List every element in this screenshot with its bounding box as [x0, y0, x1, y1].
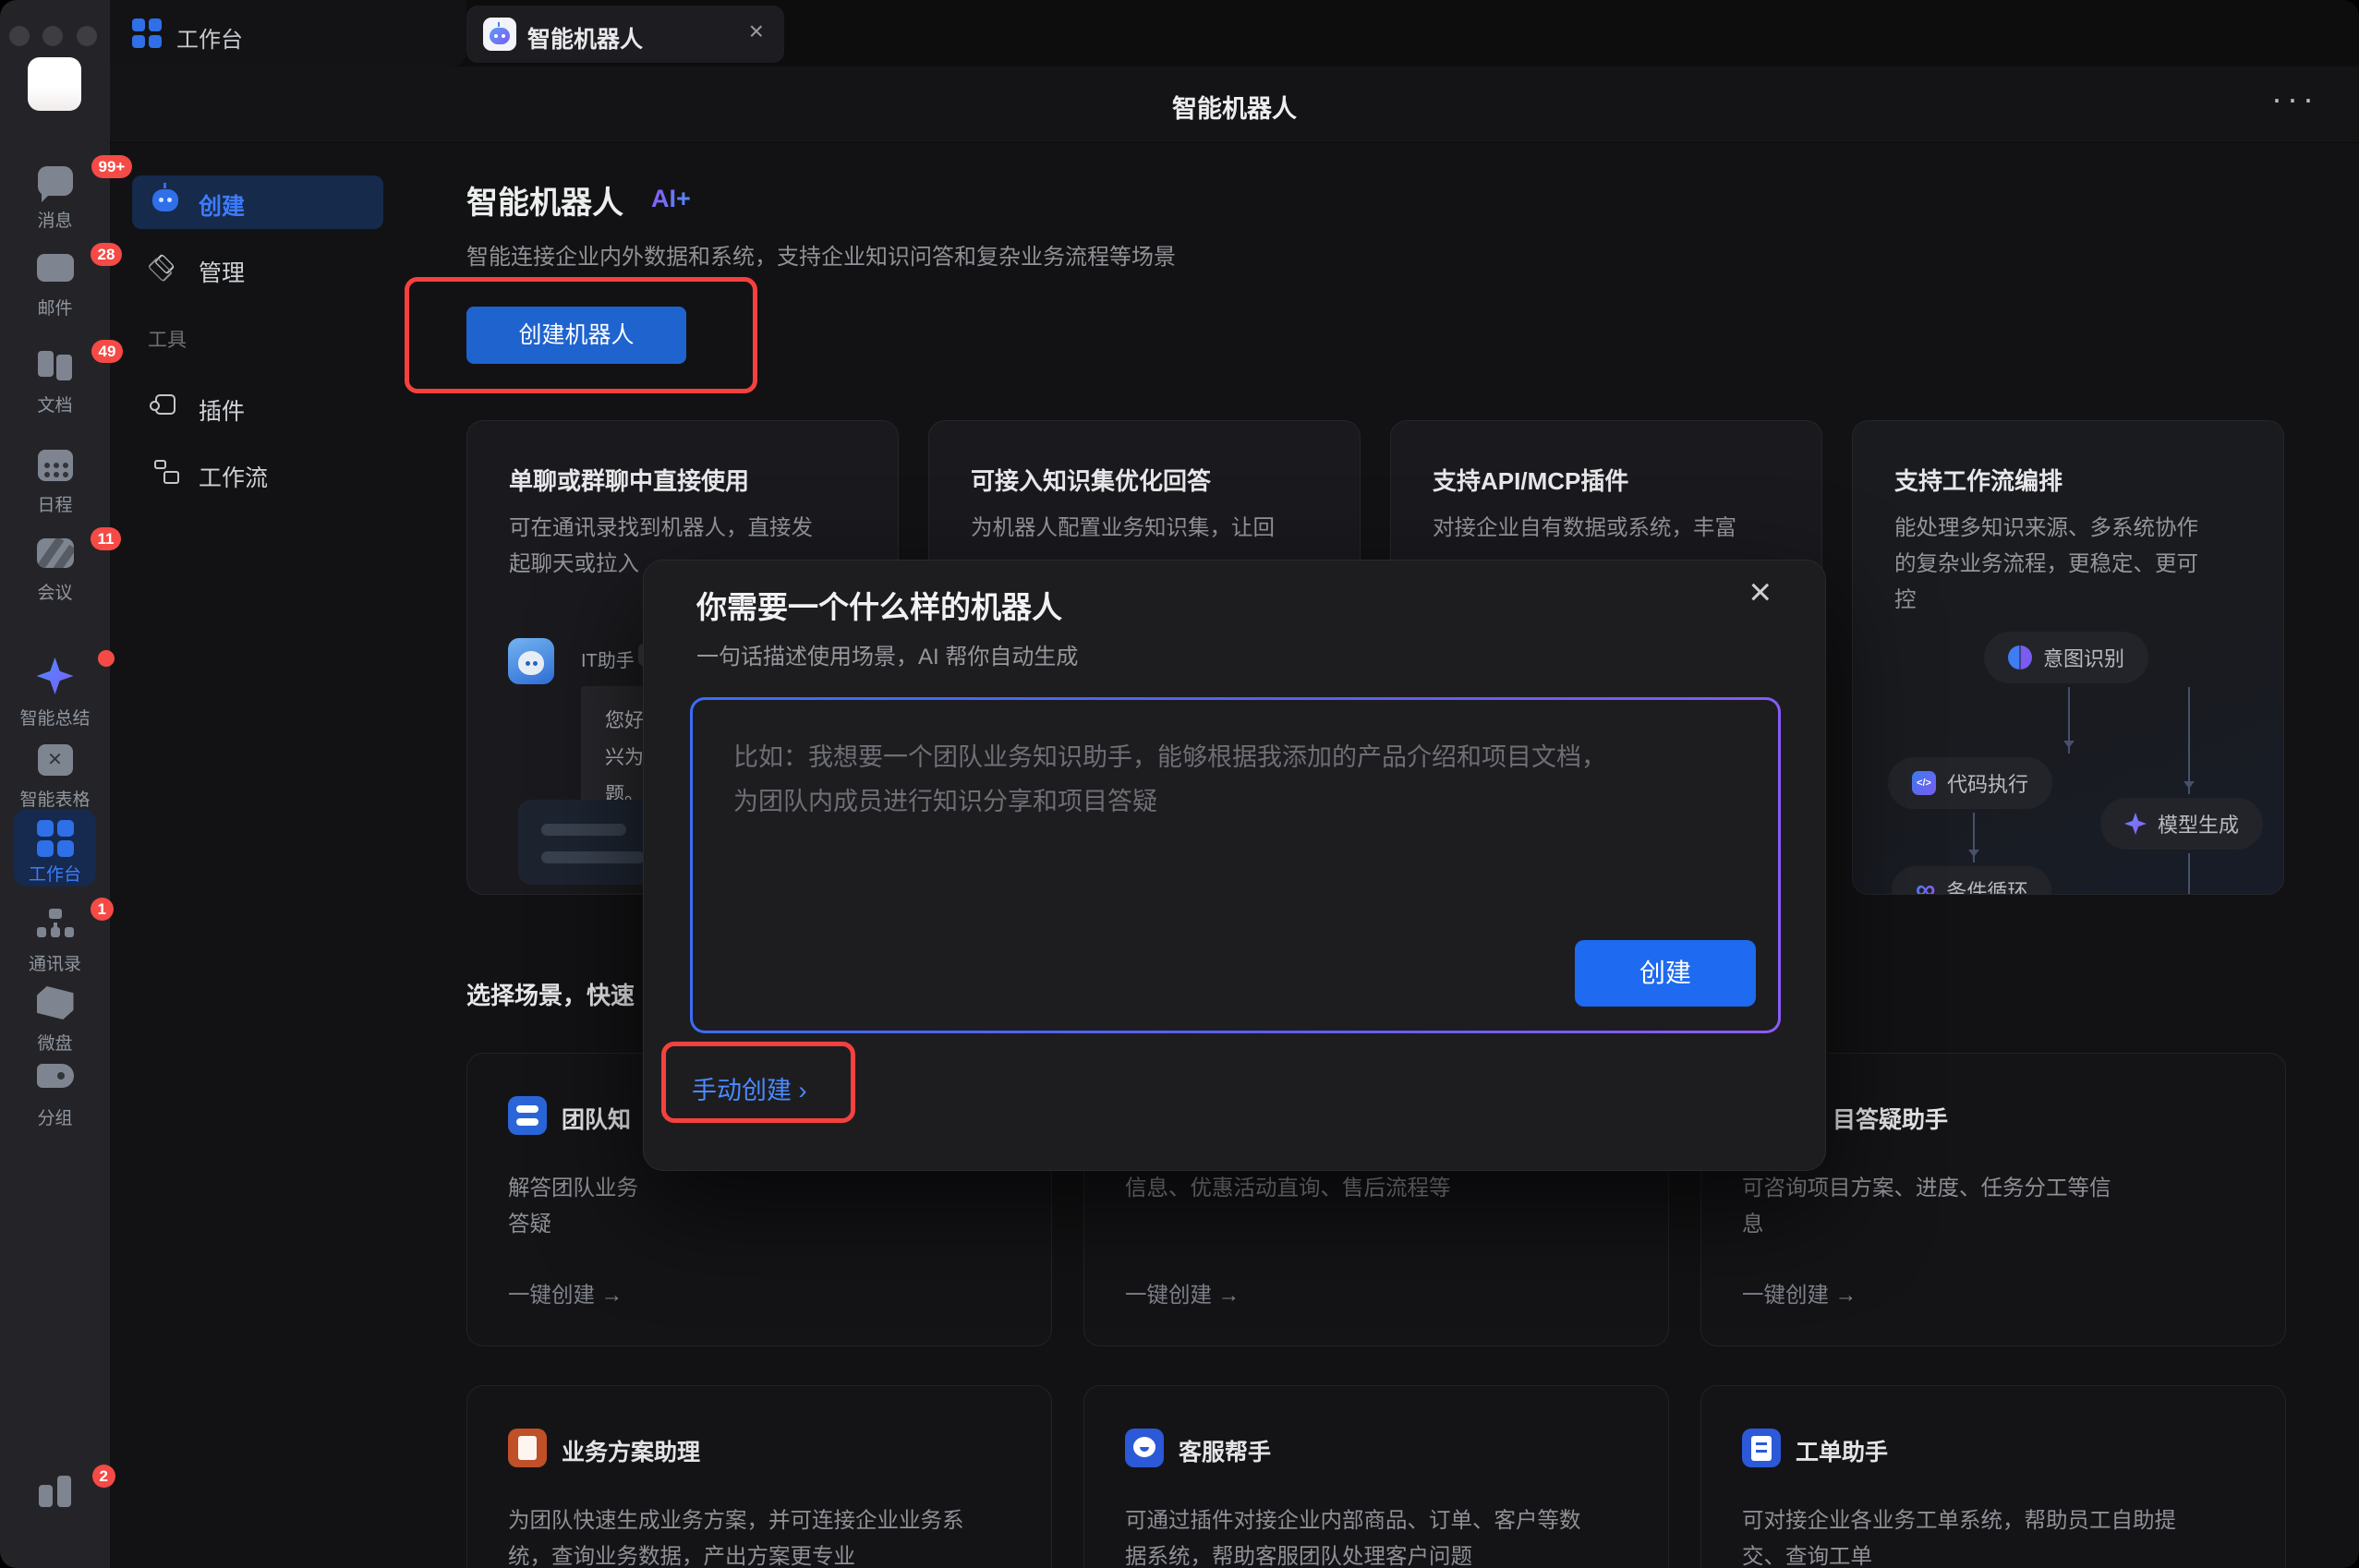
nav-item-workflow[interactable]: 工作流	[132, 447, 383, 501]
document-icon	[508, 1429, 547, 1467]
close-icon[interactable]: ×	[1748, 570, 1772, 614]
more-menu-icon[interactable]: ···	[2271, 79, 2318, 118]
one-click-create-link[interactable]: 一键创建 →	[1742, 1277, 1857, 1309]
tag-icon	[37, 1064, 74, 1088]
docs-icon	[38, 351, 73, 380]
nav-section-tools: 工具	[148, 325, 187, 353]
section-title: 选择场景，快速	[466, 977, 635, 1011]
manual-create-link[interactable]: 手动创建 ›	[692, 1070, 807, 1106]
rail-item-workbench[interactable]: 工作台	[0, 820, 110, 886]
input-placeholder: 比如：我想要一个团队业务知识助手，能够根据我添加的产品介绍和项目文档， 为团队内…	[733, 735, 1740, 824]
chat-input-skeleton	[518, 800, 657, 885]
robot-icon	[152, 189, 178, 211]
flow-arrow	[2068, 687, 2070, 754]
chip-code: </> 代码执行	[1888, 757, 2052, 809]
org-logo	[28, 57, 81, 111]
create-robot-modal: 你需要一个什么样的机器人 一句话描述使用场景，AI 帮你自动生成 × 比如：我想…	[643, 560, 1826, 1171]
table-icon	[38, 744, 73, 776]
ticket-icon	[1742, 1429, 1781, 1467]
tab-bar: 工作台 智能机器人 ×	[110, 0, 2359, 66]
ai-plus-badge: AI+	[651, 185, 691, 213]
modal-create-button[interactable]: 创建	[1575, 940, 1756, 1007]
docs-badge: 49	[91, 340, 124, 363]
rail-item-contacts[interactable]: 1 通讯录	[0, 909, 110, 975]
robot-icon	[483, 18, 516, 51]
tab-smart-robot[interactable]: 智能机器人 ×	[466, 6, 784, 63]
bot-avatar	[508, 638, 554, 684]
traffic-light-zoom[interactable]	[77, 26, 97, 46]
scenario-card-ticket[interactable]: 工单助手 可对接企业各业务工单系统，帮助员工自助提 交、查询工单	[1700, 1385, 2286, 1568]
messages-badge: 99+	[91, 155, 133, 178]
rail-item-more-app[interactable]: 2	[0, 1476, 110, 1512]
rail-item-meeting[interactable]: 11 会议	[0, 538, 110, 604]
grid-icon	[132, 18, 162, 48]
create-robot-button[interactable]: 创建机器人	[466, 307, 686, 364]
main-subtitle: 智能连接企业内外数据和系统，支持企业知识问答和复杂业务流程等场景	[466, 238, 1176, 271]
flow-arrow	[1973, 813, 1975, 862]
flow-arrow	[2188, 687, 2190, 794]
rail-item-group[interactable]: 分组	[0, 1064, 110, 1129]
meeting-badge: 11	[91, 527, 122, 550]
nav-item-create[interactable]: 创建	[132, 175, 383, 229]
nav-item-plugin[interactable]: 插件	[132, 380, 383, 434]
one-click-create-link[interactable]: 一键创建 →	[1125, 1277, 1240, 1309]
feature-card-workflow: 支持工作流编排 能处理多知识来源、多系统协作 的复杂业务流程，更稳定、更可 控 …	[1852, 420, 2284, 895]
grid-icon	[37, 820, 74, 857]
video-meeting-icon	[37, 538, 74, 568]
scenario-card-customer-service[interactable]: 客服帮手 可通过插件对接企业内部商品、订单、客户等数 据系统，帮助客服团队处理客…	[1083, 1385, 1669, 1568]
mail-icon	[37, 254, 74, 282]
rail-item-calendar[interactable]: 日程	[0, 450, 110, 516]
modal-subtitle: 一句话描述使用场景，AI 帮你自动生成	[696, 638, 1078, 670]
one-click-create-link[interactable]: 一键创建 →	[508, 1277, 623, 1309]
rail-item-docs[interactable]: 49 文档	[0, 351, 110, 416]
layers-icon	[154, 254, 175, 275]
nav-item-manage[interactable]: 管理	[132, 242, 383, 296]
rail-item-messages[interactable]: 99+ 消息	[0, 166, 110, 232]
app-window: 99+ 消息 28 邮件 49 文档 日程 11 会议 智能总结	[0, 0, 2359, 1568]
mail-badge: 28	[91, 243, 123, 266]
chat-bubble-icon	[1125, 1429, 1164, 1467]
book-icon	[508, 1096, 547, 1135]
robot-description-input[interactable]: 比如：我想要一个团队业务知识助手，能够根据我添加的产品介绍和项目文档， 为团队内…	[690, 697, 1781, 1033]
sparkle-icon	[2124, 813, 2147, 835]
brain-icon	[2008, 645, 2032, 669]
bot-name: IT助手	[581, 645, 635, 672]
flow-line	[2188, 853, 2190, 895]
traffic-light-minimize[interactable]	[42, 26, 63, 46]
workflow-icon	[154, 460, 166, 469]
ai-summary-dot-badge	[98, 650, 115, 667]
rail-item-drive[interactable]: 微盘	[0, 986, 110, 1055]
tab-workbench[interactable]: 工作台	[110, 0, 466, 66]
contacts-badge: 1	[91, 898, 114, 921]
infinity-icon: ∞	[1916, 878, 1935, 895]
app-rail: 99+ 消息 28 邮件 49 文档 日程 11 会议 智能总结	[0, 0, 110, 1568]
main-title: 智能机器人	[466, 177, 623, 223]
chip-loop: ∞ 条件循环	[1892, 866, 2051, 895]
puzzle-icon	[155, 394, 175, 415]
tab-close-icon[interactable]: ×	[749, 17, 764, 46]
sparkle-icon	[37, 657, 74, 694]
rail-item-ai-summary[interactable]: 智能总结	[0, 657, 110, 730]
chip-intent: 意图识别	[1984, 632, 2148, 683]
scenario-card-business-plan[interactable]: 业务方案助理 为团队快速生成业务方案，并可连接企业业务系 统，查询业务数据，产出…	[466, 1385, 1052, 1568]
chip-model: 模型生成	[2100, 798, 2263, 850]
rail-item-mail[interactable]: 28 邮件	[0, 254, 110, 320]
page-title: 智能机器人	[110, 89, 2359, 125]
bar-chart-icon	[39, 1476, 72, 1507]
drive-icon	[37, 986, 74, 1019]
page-header: 智能机器人 ···	[110, 66, 2359, 143]
more-app-badge: 2	[92, 1465, 115, 1488]
chat-bubble-icon	[38, 166, 73, 196]
traffic-light-close[interactable]	[9, 26, 30, 46]
code-icon: </>	[1912, 771, 1936, 795]
rail-item-ai-table[interactable]: 智能表格	[0, 744, 110, 811]
org-chart-icon	[37, 909, 74, 940]
modal-title: 你需要一个什么样的机器人	[696, 583, 1062, 627]
calendar-icon	[38, 450, 73, 481]
